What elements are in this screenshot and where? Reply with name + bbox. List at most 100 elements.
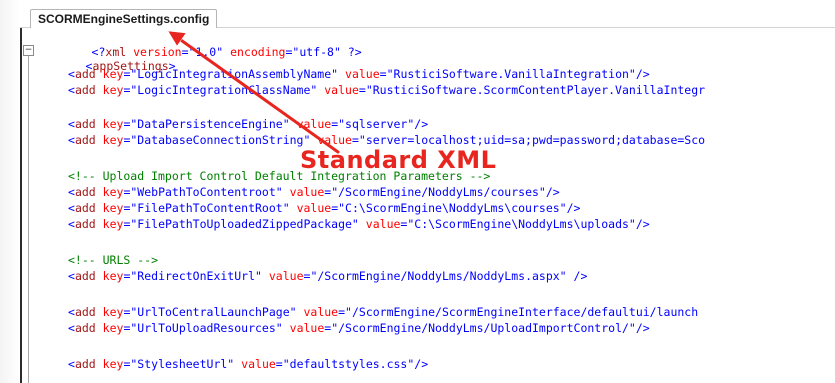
code-key-value: "FilePathToContentRoot"	[130, 201, 290, 215]
window-left-edge	[0, 0, 20, 383]
code-token: <	[68, 305, 75, 319]
code-token: value	[296, 201, 332, 215]
code-token: />	[414, 357, 429, 371]
code-value: "/ScormEngine/NoddyLms/courses"	[331, 185, 546, 199]
code-key-value: "RedirectOnExitUrl"	[130, 269, 262, 283]
code-token: />	[566, 201, 581, 215]
code-comment: <!-- URLS -->	[68, 253, 159, 267]
code-token: <	[68, 201, 75, 215]
code-value: "RusticiSoftware.ScormContentPlayer.Vani…	[365, 83, 706, 97]
code-token: add	[74, 269, 96, 283]
code-token: <	[68, 217, 75, 231]
code-token: value	[365, 217, 401, 231]
code-token: <	[68, 185, 75, 199]
editor-margin	[20, 28, 22, 383]
code-key-value: "FilePathToUploadedZippedPackage"	[130, 217, 359, 231]
code-token: value	[289, 185, 325, 199]
code-token: />	[545, 185, 560, 199]
code-token: <	[68, 67, 75, 81]
standard-xml-annotation: Standard XML	[300, 146, 497, 174]
code-token: =	[338, 305, 346, 319]
code-token: key	[102, 357, 124, 371]
code-token: =	[275, 357, 283, 371]
code-line-add: <add key="UrlToUploadResources" value="/…	[68, 321, 650, 335]
code-token: key	[102, 67, 124, 81]
code-key-value: "LogicIntegrationAssemblyName"	[130, 67, 339, 81]
code-token: value	[268, 269, 304, 283]
code-value: "RusticiSoftware.VanillaIntegration"	[386, 67, 636, 81]
code-line-add: <add key="LogicIntegrationAssemblyName" …	[68, 67, 650, 81]
code-line-add: <add key = "DatabaseConnectionString" valu…	[68, 133, 705, 147]
code-token: key	[102, 269, 124, 283]
code-key-value: "LogicIntegrationClassName"	[130, 83, 318, 97]
code-token: />	[414, 117, 429, 131]
code-token: add	[74, 67, 96, 81]
code-token: key	[102, 83, 124, 97]
code-token: value	[241, 357, 276, 371]
code-token: />	[635, 321, 650, 335]
code-token: key	[102, 217, 124, 231]
code-token: =	[379, 67, 387, 81]
tab-strip: SCORMEngineSettings.config	[20, 0, 835, 28]
code-key-value: "WebPathToContentroot"	[130, 185, 283, 199]
code-value: "C:\ScormEngine\NoddyLms\courses"	[338, 201, 567, 215]
code-token: <	[68, 117, 75, 131]
code-token: value	[317, 133, 352, 147]
code-token: add	[74, 357, 96, 371]
code-line-add: <add key="FilePathToUploadedZippedPackag…	[68, 217, 650, 231]
code-line-add: <add key="FilePathToContentRoot" value="…	[68, 201, 580, 215]
code-value: "sqlserver"	[338, 117, 415, 131]
code-token: add	[74, 117, 96, 131]
code-value: "/ScormEngine/ScormEngineInterface/defau…	[345, 305, 699, 319]
code-editor[interactable]: − <?xml version="1.0" encoding="utf-8" ?…	[20, 28, 835, 383]
code-line-add: <add key="WebPathToContentroot" value="/…	[68, 185, 560, 199]
fold-guide-line	[28, 54, 29, 383]
code-token: key	[102, 321, 124, 335]
code-token: encoding	[230, 45, 286, 59]
code-token: />	[635, 217, 650, 231]
code-value: "server=localhost;uid=sa;pwd=password;da…	[358, 133, 706, 147]
code-token: ?>	[347, 45, 362, 59]
code-token: value	[289, 321, 325, 335]
code-token: value	[303, 305, 339, 319]
code-token: />	[566, 269, 588, 283]
code-token: key	[102, 185, 124, 199]
code-token: add	[74, 217, 96, 231]
code-token: add	[74, 185, 96, 199]
code-line-add: <add key="DataPersistenceEngine" value="…	[68, 117, 428, 131]
code-key-value: "DatabaseConnectionString"	[130, 133, 311, 147]
code-token: value	[324, 83, 359, 97]
code-token: add	[74, 321, 96, 335]
code-token: "1.0"	[188, 45, 224, 59]
code-token: <	[68, 357, 75, 371]
tab-scormenginesettings-config[interactable]: SCORMEngineSettings.config	[30, 9, 218, 28]
code-token: value	[296, 117, 332, 131]
collapse-icon[interactable]: −	[23, 45, 34, 56]
code-token: add	[74, 83, 96, 97]
code-token: value	[345, 67, 380, 81]
editor-window: SCORMEngineSettings.config − <?xml versi…	[0, 0, 835, 383]
code-key-value: "UrlToUploadResources"	[130, 321, 283, 335]
code-token: add	[74, 201, 96, 215]
code-key-value: "StylesheetUrl"	[130, 357, 235, 371]
code-token: <	[68, 133, 75, 147]
code-token: key	[102, 305, 124, 319]
code-line-add: <add key="RedirectOnExitUrl" value="/Sco…	[68, 269, 587, 283]
code-value: "/ScormEngine/NoddyLms/NoddyLms.aspx"	[310, 269, 567, 283]
code-token: add	[74, 305, 96, 319]
code-token: <	[68, 321, 75, 335]
code-line-add: <add key="StylesheetUrl" value="defaults…	[68, 357, 428, 371]
code-value: "C:\ScormEngine\NoddyLms\uploads"	[407, 217, 636, 231]
code-token: key	[102, 117, 124, 131]
code-token: add	[74, 133, 96, 147]
code-token: <	[68, 269, 75, 283]
code-key-value: "DataPersistenceEngine"	[130, 117, 290, 131]
code-line-comment: <!-- URLS -->	[68, 253, 158, 267]
code-token: <	[68, 83, 75, 97]
code-line-add: <add key="UrlToCentralLaunchPage" value=…	[68, 305, 698, 319]
code-value: "defaultstyles.css"	[282, 357, 415, 371]
code-token: "utf-8"	[292, 45, 341, 59]
code-token: =	[358, 83, 366, 97]
code-key-value: "UrlToCentralLaunchPage"	[130, 305, 297, 319]
code-token: key	[102, 201, 124, 215]
